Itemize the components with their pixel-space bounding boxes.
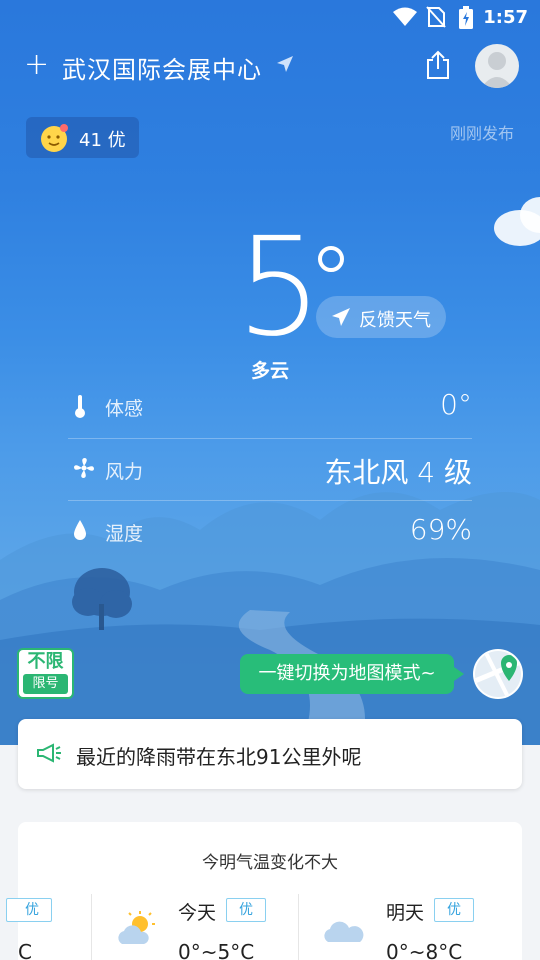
forecast-day: 明天: [386, 902, 425, 924]
forecast-temp-range: 0°~8°C: [386, 940, 463, 960]
traffic-limit-label: 限号: [23, 674, 68, 694]
publish-time: 刚刚发布: [449, 124, 514, 143]
forecast-temp-range: C: [18, 940, 32, 960]
avatar[interactable]: [475, 44, 519, 88]
smiley-face-icon: [41, 124, 68, 152]
traffic-limit-badge[interactable]: 不限 限号: [17, 648, 74, 699]
forecast-item-today[interactable]: 今天 优 0°~5°C: [114, 894, 304, 960]
aqi-level-badge: 优: [6, 898, 52, 922]
forecast-day: 今天: [178, 902, 217, 924]
feedback-weather-button[interactable]: 反馈天气: [316, 296, 446, 338]
detail-value: 69%: [409, 513, 472, 546]
current-temperature: 5: [236, 209, 323, 367]
forecast-item-partial[interactable]: 优 C: [6, 894, 90, 960]
partly-cloudy-icon: [118, 911, 155, 944]
traffic-limit-status: 不限: [27, 651, 64, 672]
status-bar: 1:57: [0, 0, 540, 36]
top-bar: + 武汉国际会展中心: [0, 40, 540, 96]
map-mode-tooltip[interactable]: 一键切换为地图模式~: [240, 654, 464, 694]
detail-row-feels-like: 体感 0°: [68, 376, 472, 438]
detail-row-wind: 风力 东北风 4 级: [68, 439, 472, 501]
clock: 1:57: [483, 7, 528, 28]
aqi-badge[interactable]: 41 优: [26, 117, 139, 158]
degree-symbol: [318, 246, 344, 272]
divider: [298, 894, 299, 960]
location-arrow-icon: [277, 56, 293, 72]
forecast-item-tomorrow[interactable]: 明天 优 0°~8°C: [322, 894, 512, 960]
aqi-level-badge: 优: [434, 898, 474, 922]
no-sim-icon: [426, 6, 446, 28]
forecast-temp-range: 0°~5°C: [178, 940, 255, 960]
detail-label: 风力: [105, 461, 144, 483]
weather-background: 1:57 + 武汉国际会展中心 41 优 刚刚发布 5 反馈天气 多云 体感 0…: [0, 0, 540, 745]
thermometer-icon: [75, 395, 85, 418]
detail-value: 东北风 4 级: [324, 456, 472, 489]
megaphone-icon: [37, 743, 61, 763]
share-icon[interactable]: [424, 50, 452, 80]
map-mode-button[interactable]: [473, 649, 523, 699]
add-city-button[interactable]: +: [24, 50, 49, 80]
detail-row-humidity: 湿度 69%: [68, 501, 472, 563]
detail-value: 0°: [440, 388, 472, 421]
battery-charging-icon: [459, 6, 473, 29]
divider: [91, 894, 92, 960]
detail-label: 湿度: [105, 523, 144, 545]
feedback-label: 反馈天气: [359, 310, 431, 331]
wifi-icon: [393, 7, 417, 26]
cloudy-icon: [324, 921, 364, 942]
aqi-text: 41 优: [79, 130, 126, 151]
user-icon: [481, 52, 513, 88]
aqi-level-badge: 优: [226, 898, 266, 922]
forecast-title: 今明气温变化不大: [202, 853, 338, 873]
rain-notice-card[interactable]: 最近的降雨带在东北91公里外呢: [18, 719, 522, 789]
send-icon: [332, 308, 350, 326]
drop-icon: [74, 520, 86, 540]
forecast-card: 今明气温变化不大 优 C 今天 优 0°~5°C 明天 优 0°~8°C: [6, 822, 522, 960]
fan-icon: [74, 458, 94, 478]
location-name[interactable]: 武汉国际会展中心: [62, 50, 262, 85]
detail-label: 体感: [105, 398, 144, 420]
rain-notice-text: 最近的降雨带在东北91公里外呢: [76, 745, 362, 769]
